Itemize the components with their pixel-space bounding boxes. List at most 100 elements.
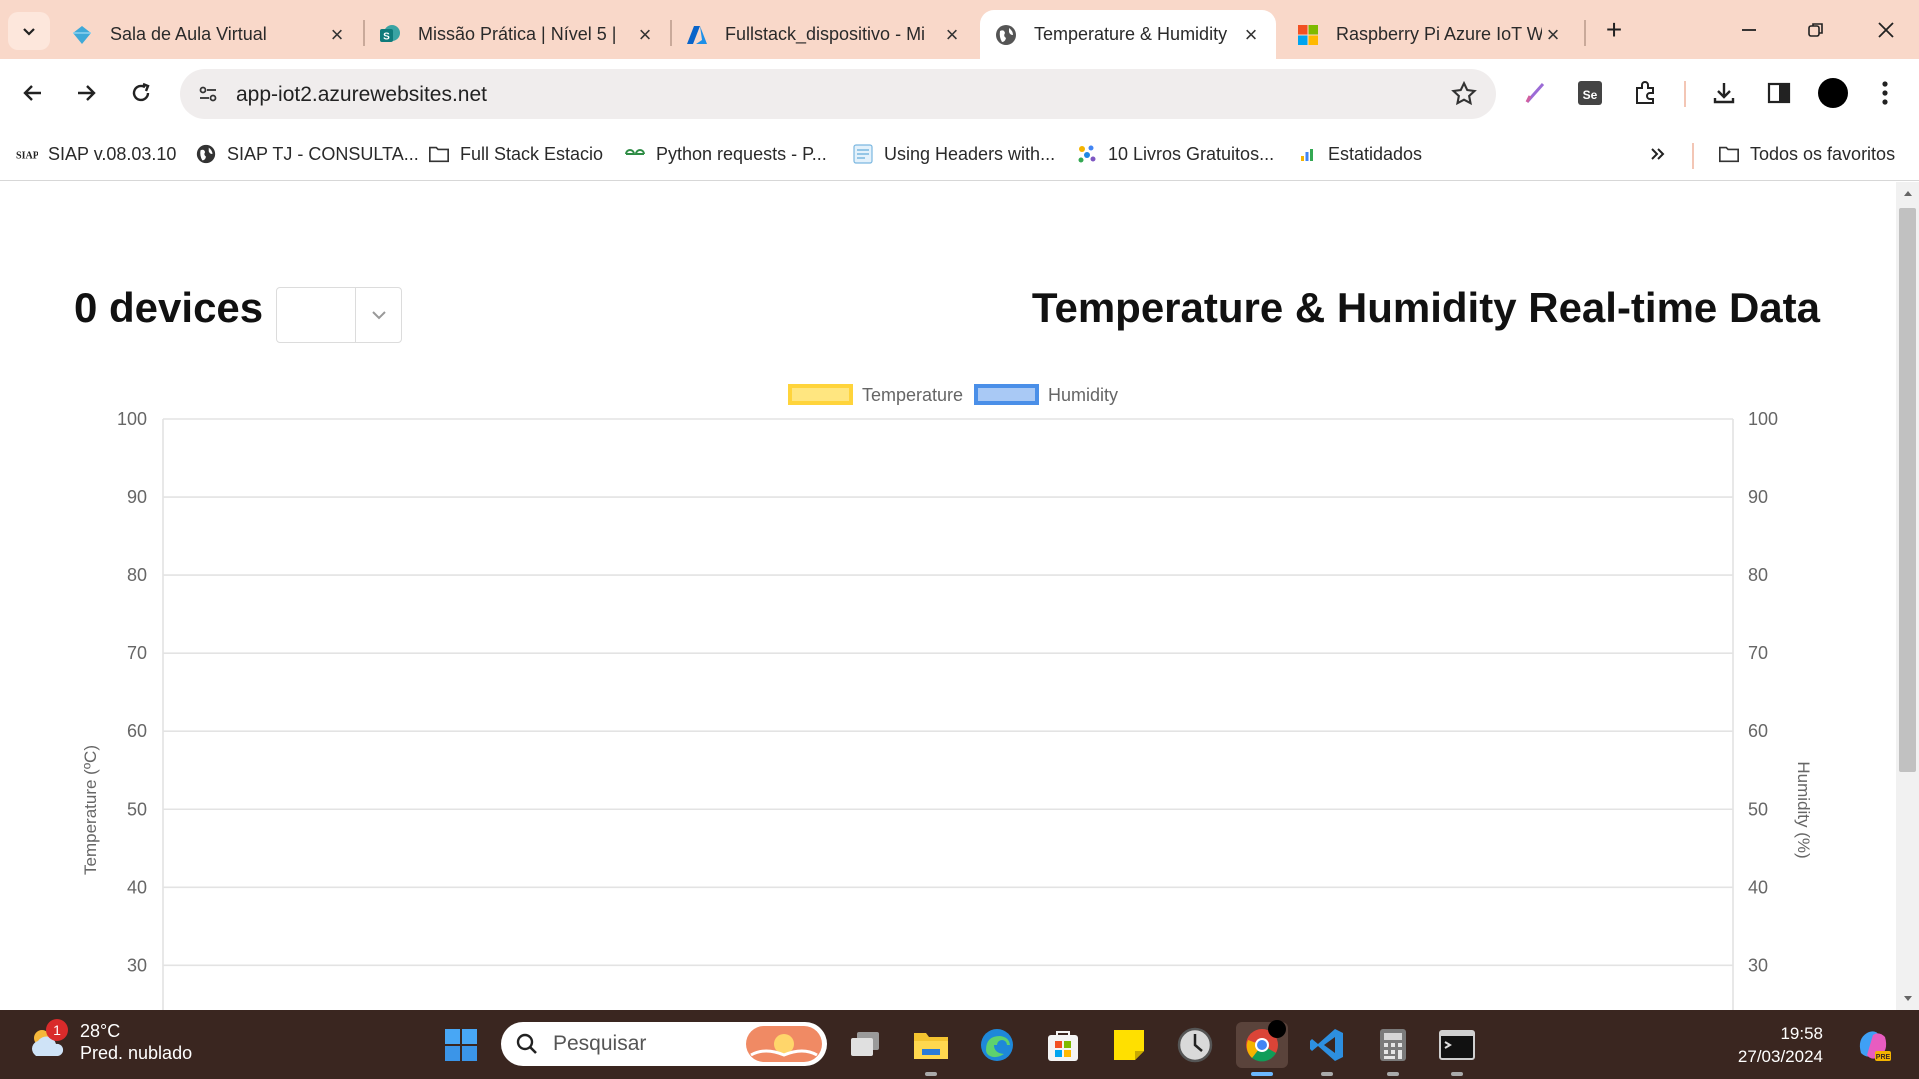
task-view-icon[interactable] (842, 1022, 888, 1068)
chart: Temperature Humidity 100 90 80 70 60 50 40 30 10… (81, 384, 1813, 1010)
y-tick-label-right: 90 (1748, 487, 1768, 507)
new-tab-button[interactable]: + (1597, 14, 1631, 48)
y-tick-label-left: 70 (127, 643, 147, 663)
windows-taskbar: 1 28°C Pred. nublado Pesquisar 19:58 27/… (0, 1010, 1919, 1079)
page-scrollbar[interactable] (1896, 182, 1919, 1010)
bookmark-label: Todos os favoritos (1750, 143, 1896, 164)
back-button[interactable] (13, 73, 53, 113)
bookmark-siap-tj[interactable]: SIAP TJ - CONSULTA... (195, 141, 419, 167)
siap-icon: SIAP (16, 143, 38, 165)
tab-strip: Sala de Aula Virtual × S Missão Prática … (0, 0, 1919, 59)
close-icon[interactable]: × (326, 23, 348, 46)
close-icon[interactable]: × (1240, 23, 1262, 46)
scroll-up-icon[interactable] (1896, 184, 1919, 202)
terminal-icon[interactable] (1434, 1022, 1480, 1076)
bookmark-10-livros[interactable]: 10 Livros Gratuitos... (1076, 141, 1274, 167)
legend-label[interactable]: Temperature (862, 385, 963, 405)
legend-swatch[interactable] (974, 384, 1039, 405)
clock-date: 27/03/2024 (1737, 1047, 1823, 1066)
copilot-icon[interactable]: PRE (1850, 1022, 1896, 1068)
y-axis-right: 100 90 80 70 60 50 40 30 (1748, 409, 1778, 975)
cloud-sun-icon: 1 (24, 1019, 70, 1064)
window-close-button[interactable] (1861, 12, 1911, 48)
side-panel-icon[interactable] (1761, 75, 1797, 111)
bookmark-estatidados[interactable]: Estatidados (1296, 141, 1422, 167)
extensions-puzzle-icon[interactable] (1628, 75, 1664, 111)
taskbar-search[interactable]: Pesquisar (501, 1022, 827, 1066)
chart-legend: Temperature Humidity (788, 384, 1118, 405)
profile-avatar[interactable] (1815, 75, 1851, 111)
bookmark-star-icon[interactable] (1450, 80, 1478, 113)
svg-text:PRE: PRE (1876, 1054, 1891, 1061)
site-info-icon[interactable] (192, 78, 224, 110)
reload-button[interactable] (121, 73, 161, 113)
bookmark-separator (1692, 143, 1694, 169)
microsoft-store-icon[interactable] (1040, 1022, 1086, 1068)
chrome-icon[interactable] (1236, 1020, 1288, 1076)
bookmark-full-stack[interactable]: Full Stack Estacio (428, 141, 603, 167)
running-indicator (925, 1072, 937, 1076)
tab-title: Missão Prática | Nível 5 | (418, 24, 617, 44)
bookmark-all-favorites[interactable]: Todos os favoritos (1718, 141, 1895, 167)
downloads-icon[interactable] (1706, 75, 1742, 111)
scrollbar-thumb[interactable] (1899, 208, 1916, 772)
selenium-extension-icon[interactable]: Se (1572, 75, 1608, 111)
close-icon[interactable]: × (941, 23, 963, 46)
tab-sala-de-aula[interactable]: Sala de Aula Virtual × (56, 10, 362, 59)
windows-logo-icon (445, 1029, 477, 1061)
tab-missao-pratica[interactable]: S Missão Prática | Nível 5 | × (364, 10, 670, 59)
forward-button[interactable] (66, 73, 106, 113)
vscode-icon[interactable] (1304, 1022, 1350, 1076)
edge-icon[interactable] (974, 1022, 1020, 1068)
microsoft-icon (1296, 23, 1320, 47)
tab-title: Sala de Aula Virtual (110, 24, 267, 44)
clock-app-icon[interactable] (1172, 1022, 1218, 1068)
calculator-icon[interactable] (1370, 1022, 1416, 1076)
sticky-notes-icon[interactable] (1106, 1022, 1152, 1068)
running-indicator (1321, 1072, 1333, 1076)
minimize-button[interactable] (1724, 12, 1774, 48)
weather-widget[interactable]: 1 28°C Pred. nublado (24, 1019, 192, 1064)
legend-label[interactable]: Humidity (1048, 385, 1118, 405)
tab-raspberry-pi[interactable]: Raspberry Pi Azure IoT W × (1282, 10, 1578, 59)
dots-icon (1076, 143, 1098, 165)
close-icon[interactable]: × (1542, 23, 1564, 46)
tab-temperature-humidity[interactable]: Temperature & Humidity × (980, 10, 1276, 59)
y-axis-left: 100 90 80 70 60 50 40 30 (117, 409, 147, 975)
windows-start-button[interactable] (438, 1022, 484, 1068)
legend-swatch[interactable] (788, 384, 853, 405)
menu-kebab-icon[interactable] (1867, 75, 1903, 111)
page-content: 0 devices Temperature & Humidity Real-ti… (0, 182, 1896, 1010)
system-clock[interactable]: 19:58 27/03/2024 (1738, 1022, 1823, 1068)
tab-search-button[interactable] (8, 12, 50, 50)
svg-text:Se: Se (1583, 88, 1598, 102)
close-icon[interactable]: × (634, 23, 656, 46)
chevron-down-icon (23, 28, 35, 36)
svg-text:SIAP: SIAP (16, 151, 38, 162)
bookmark-using-headers[interactable]: Using Headers with... (852, 141, 1055, 167)
scroll-down-icon[interactable] (1896, 990, 1919, 1008)
azure-icon (685, 23, 709, 47)
restore-button[interactable] (1791, 12, 1841, 48)
bookmark-python-requests[interactable]: Python requests - P... (624, 141, 827, 167)
tab-fullstack-dispositivo[interactable]: Fullstack_dispositivo - Mi × (671, 10, 977, 59)
minimize-icon (1742, 29, 1756, 31)
bookmark-label: SIAP TJ - CONSULTA... (227, 143, 419, 164)
folder-icon (428, 143, 450, 165)
search-highlight-icon (745, 1025, 823, 1068)
profile-dot (1268, 1020, 1286, 1038)
toolbar-separator (1684, 81, 1686, 107)
pen-extension-icon[interactable] (1518, 75, 1554, 111)
chart-grid (162, 418, 1734, 1010)
address-bar[interactable]: app-iot2.azurewebsites.net (180, 69, 1496, 119)
sharepoint-icon: S (378, 23, 402, 47)
svg-text:S: S (383, 31, 390, 42)
file-explorer-icon[interactable] (908, 1022, 954, 1076)
url-text[interactable]: app-iot2.azurewebsites.net (236, 83, 487, 107)
arrow-right-icon (78, 85, 96, 101)
bookmark-siap[interactable]: SIAP SIAP v.08.03.10 (16, 141, 176, 167)
tab-title: Fullstack_dispositivo - Mi (725, 24, 926, 44)
tab-title: Raspberry Pi Azure IoT W (1336, 24, 1542, 44)
y-tick-label-right: 70 (1748, 643, 1768, 663)
bookmarks-overflow-button[interactable] (1648, 141, 1668, 167)
